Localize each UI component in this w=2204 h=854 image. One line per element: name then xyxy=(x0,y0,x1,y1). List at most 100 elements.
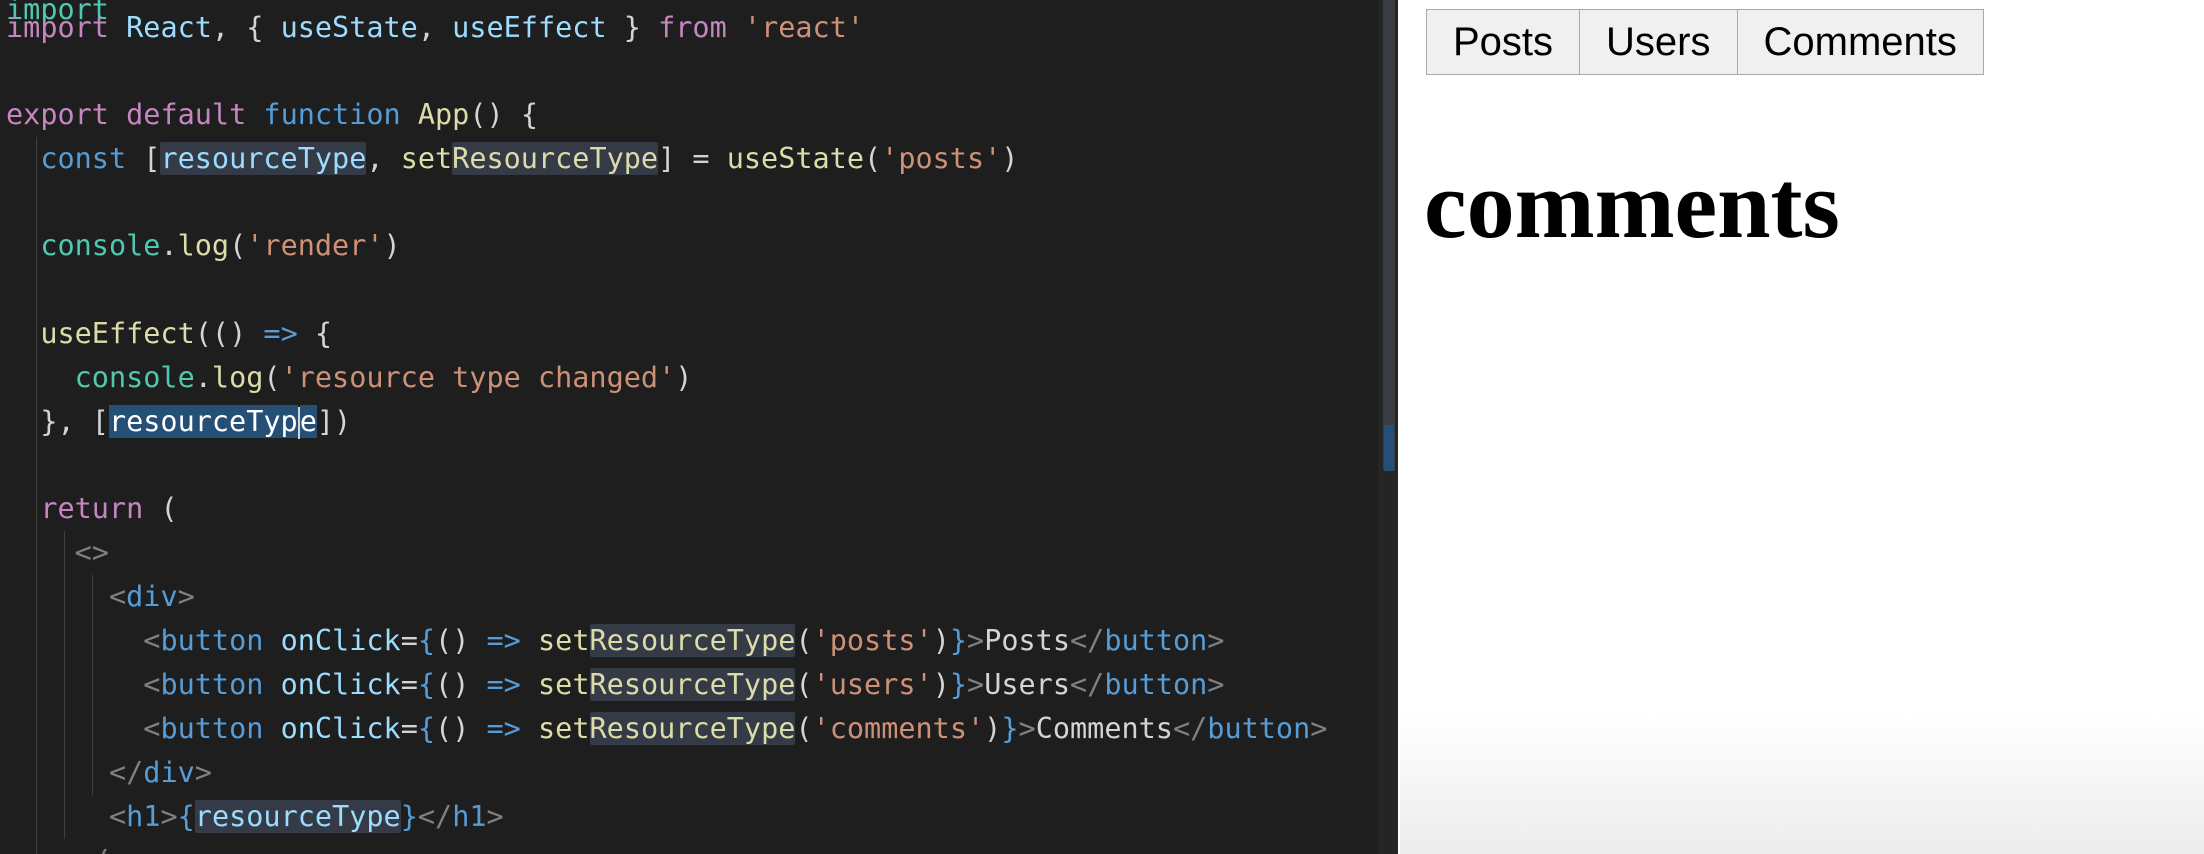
code-token: button xyxy=(160,712,264,745)
code-token: </> xyxy=(75,844,126,854)
code-token: > xyxy=(177,580,195,613)
code-token: log xyxy=(177,229,230,262)
code-line: <div> xyxy=(6,575,195,619)
code-token: return xyxy=(40,492,144,525)
code-line: export default function App() { xyxy=(6,93,538,137)
code-token: export xyxy=(6,98,109,131)
resource-button-row: Posts Users Comments xyxy=(1426,9,1984,75)
code-line: console.log('render') xyxy=(6,224,401,268)
code-token: import xyxy=(6,11,109,44)
code-token: ) xyxy=(383,229,401,262)
code-token: </ xyxy=(1172,712,1208,745)
code-token: h1 xyxy=(452,800,487,833)
code-token: ResourceType xyxy=(452,142,659,175)
code-token: resourceType xyxy=(194,800,401,833)
posts-button[interactable]: Posts xyxy=(1426,9,1581,75)
code-token: } xyxy=(949,668,968,701)
code-token: = xyxy=(400,624,418,657)
code-token: ( xyxy=(229,229,247,262)
code-token: ] = xyxy=(658,142,727,175)
code-token: () { xyxy=(469,98,538,131)
code-token: const xyxy=(40,142,127,175)
code-token: < xyxy=(143,668,161,701)
code-token: > xyxy=(1207,624,1225,657)
code-token: , xyxy=(417,11,453,44)
scrollbar-thumb[interactable] xyxy=(1383,0,1395,470)
code-token: < xyxy=(143,624,161,657)
code-editor[interactable]: import import React, { useState, useEffec… xyxy=(0,0,1398,854)
users-button[interactable]: Users xyxy=(1579,9,1738,75)
code-token: { xyxy=(297,317,333,350)
code-token: , xyxy=(366,142,401,175)
code-token: => xyxy=(486,712,521,745)
code-token: < xyxy=(108,580,127,613)
code-line: </> xyxy=(6,839,126,854)
code-token: 'resource type changed' xyxy=(280,361,676,394)
code-token: () xyxy=(435,624,487,657)
code-line: <button onClick={() => setResourceType('… xyxy=(6,619,1224,663)
code-line: const [resourceType, setResourceType] = … xyxy=(6,137,1018,181)
code-token: , { xyxy=(211,11,281,44)
code-line: <> xyxy=(6,531,109,575)
code-token: > xyxy=(1018,712,1036,745)
code-token: } xyxy=(1001,712,1019,745)
code-token: onClick xyxy=(280,712,401,745)
code-token: [ xyxy=(126,142,161,175)
code-line: import React, { useState, useEffect } fr… xyxy=(6,6,864,50)
code-token: resourceType xyxy=(160,142,367,175)
code-token: Comments xyxy=(1035,712,1173,745)
code-token: ResourceType xyxy=(589,624,796,657)
code-token: set xyxy=(538,624,590,657)
code-token: button xyxy=(160,624,264,657)
code-token: log xyxy=(211,361,264,394)
code-token: <> xyxy=(74,536,109,569)
code-token: { xyxy=(417,624,436,657)
code-token: button xyxy=(1207,712,1311,745)
code-line: return ( xyxy=(6,487,177,531)
code-token: h1 xyxy=(126,800,161,833)
code-token: set xyxy=(538,712,590,745)
code-token: Users xyxy=(984,668,1070,701)
code-token: useEffect xyxy=(40,317,195,350)
code-token: from xyxy=(658,11,727,44)
code-token: > xyxy=(160,800,178,833)
code-token: button xyxy=(160,668,264,701)
code-token: } xyxy=(606,11,659,44)
code-token: Posts xyxy=(984,624,1070,657)
code-token: 'react' xyxy=(743,11,865,44)
code-line: }, [resourceType]) xyxy=(6,400,351,444)
browser-preview: Posts Users Comments comments xyxy=(1400,0,2204,854)
code-token: (() xyxy=(194,317,264,350)
code-token: console xyxy=(74,361,195,394)
code-token: => xyxy=(263,317,298,350)
code-token: > xyxy=(967,668,985,701)
code-token: ( xyxy=(795,668,813,701)
code-token: } xyxy=(400,800,418,833)
code-token: > xyxy=(194,756,212,789)
code-token: set xyxy=(400,142,453,175)
code-token: 'comments' xyxy=(812,712,985,745)
code-token: . xyxy=(194,361,212,394)
code-token: < xyxy=(108,800,127,833)
selected-token: e xyxy=(299,405,317,438)
code-token: > xyxy=(1207,668,1225,701)
comments-button[interactable]: Comments xyxy=(1736,9,1984,75)
selected-token: resourceTyp xyxy=(108,405,298,438)
code-token: App xyxy=(417,98,470,131)
code-token: ( xyxy=(795,712,813,745)
code-token: default xyxy=(126,98,247,131)
code-token: ]) xyxy=(316,405,352,438)
